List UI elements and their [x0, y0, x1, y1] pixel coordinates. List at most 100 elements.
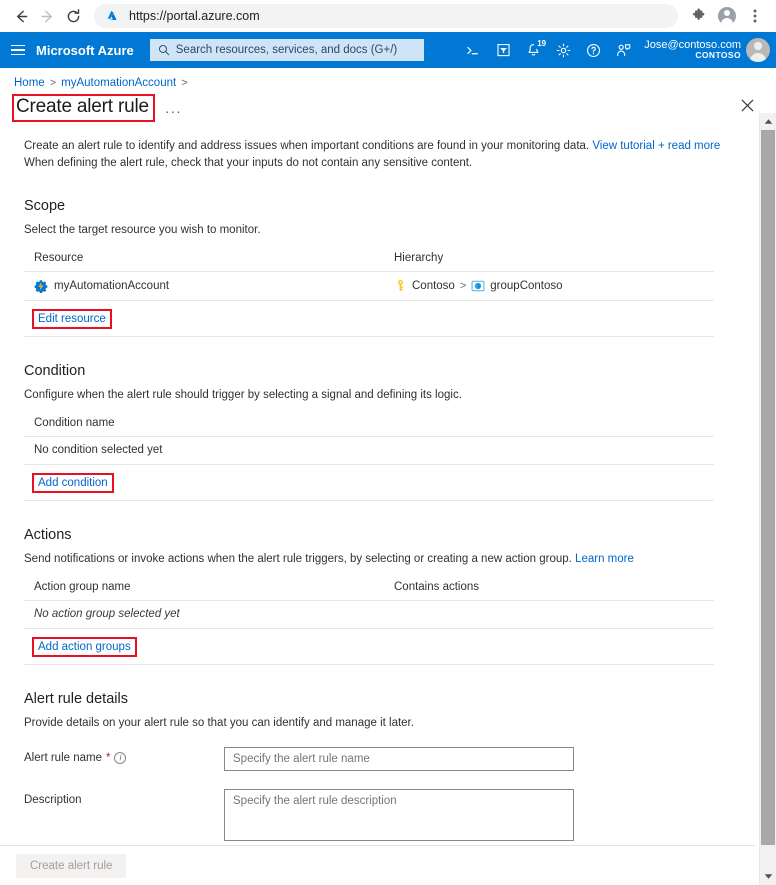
actions-actions: Add action groups: [24, 629, 714, 657]
arrow-left-icon: [16, 10, 27, 22]
add-condition-link[interactable]: Add condition: [32, 472, 114, 493]
edit-resource-link[interactable]: Edit resource: [32, 308, 112, 329]
azure-global-header: Microsoft Azure Search resources, servic…: [0, 32, 776, 68]
condition-actions: Add condition: [24, 465, 714, 493]
puzzle-piece-icon: [693, 8, 705, 20]
scroll-down-button[interactable]: [760, 868, 776, 885]
directory-key-icon: [394, 279, 407, 292]
azure-brand-logo[interactable]: Microsoft Azure: [36, 43, 134, 58]
arrow-right-icon: [41, 10, 52, 22]
actions-table-header: Action group name Contains actions: [24, 577, 714, 601]
condition-table-header: Condition name: [24, 413, 714, 437]
scroll-up-arrow-icon: [764, 119, 772, 124]
account-menu-button[interactable]: Jose@contoso.com CONTOSO: [644, 38, 770, 62]
scope-hierarchy-tenant: Contoso: [412, 279, 455, 292]
column-header-action-group-name: Action group name: [34, 580, 131, 593]
scope-hierarchy-cell: Contoso > groupContoso: [394, 279, 563, 293]
add-action-groups-link[interactable]: Add action groups: [32, 636, 137, 657]
help-question-icon: [586, 43, 600, 57]
browser-toolbar: https://portal.azure.com: [0, 0, 776, 32]
feedback-button[interactable]: [608, 33, 638, 67]
browser-forward-button[interactable]: [34, 3, 60, 29]
address-bar[interactable]: https://portal.azure.com: [94, 4, 678, 28]
user-avatar-icon: [746, 38, 770, 62]
global-search-input[interactable]: Search resources, services, and docs (G+…: [149, 39, 424, 61]
directories-subscriptions-icon: [497, 43, 510, 56]
close-blade-button[interactable]: [738, 96, 756, 114]
breadcrumb-item-home[interactable]: Home: [14, 77, 45, 89]
column-header-hierarchy: Hierarchy: [394, 251, 444, 264]
url-text: https://portal.azure.com: [129, 9, 260, 23]
reload-icon: [67, 8, 79, 22]
browser-back-button[interactable]: [8, 3, 34, 29]
scope-actions: Edit resource: [24, 301, 714, 329]
settings-gear-icon: [556, 43, 571, 57]
table-row: No action group selected yet: [24, 601, 714, 629]
account-info: Jose@contoso.com CONTOSO: [644, 39, 741, 61]
page-scrollbar[interactable]: [759, 113, 776, 885]
column-header-contains-actions: Contains actions: [394, 580, 480, 593]
scope-hierarchy-group: groupContoso: [490, 279, 563, 292]
description-label-group: Description: [24, 789, 224, 806]
breadcrumb-item-account[interactable]: myAutomationAccount: [61, 77, 176, 89]
actions-table: Action group name Contains actions No ac…: [24, 577, 714, 665]
extensions-button[interactable]: [686, 3, 712, 29]
notifications-badge: 19: [534, 37, 550, 50]
condition-table-bottom-rule: [24, 499, 714, 501]
view-tutorial-link[interactable]: View tutorial + read more: [592, 140, 720, 152]
browser-menu-button[interactable]: [742, 3, 768, 29]
cloud-shell-button[interactable]: [458, 33, 488, 67]
scroll-up-button[interactable]: [760, 113, 776, 130]
notifications-button[interactable]: 19: [518, 33, 550, 67]
scroll-down-arrow-icon: [764, 874, 772, 879]
blade-content: Create an alert rule to identify and add…: [0, 138, 776, 876]
section-title-condition: Condition: [24, 362, 86, 379]
info-icon[interactable]: i: [114, 751, 127, 764]
section-subtitle-actions: Send notifications or invoke actions whe…: [24, 553, 776, 565]
blade-description: Create an alert rule to identify and add…: [24, 138, 724, 172]
blade-create-alert-rule: Home > myAutomationAccount > Create aler…: [0, 68, 776, 885]
azure-header-actions: 19: [458, 33, 638, 67]
scope-resource-cell: myAutomationAccount: [34, 279, 394, 293]
global-search-placeholder: Search resources, services, and docs (G+…: [175, 44, 398, 56]
learn-more-link[interactable]: Learn more: [575, 553, 634, 565]
automation-account-icon: [34, 279, 48, 293]
alert-rule-name-row: Alert rule name * i: [24, 746, 776, 771]
actions-empty-cell: No action group selected yet: [34, 608, 180, 621]
section-subtitle-details: Provide details on your alert rule so th…: [24, 716, 414, 729]
blade-description-line2: When defining the alert rule, check that…: [24, 156, 473, 169]
section-subtitle-condition: Configure when the alert rule should tri…: [24, 388, 462, 401]
directories-subscriptions-button[interactable]: [488, 33, 518, 67]
description-label: Description: [24, 793, 82, 806]
cloud-shell-icon: [467, 46, 478, 54]
settings-button[interactable]: [548, 33, 578, 67]
breadcrumb-separator-icon: >: [181, 77, 188, 89]
azure-favicon: [104, 8, 120, 24]
column-header-resource: Resource: [34, 251, 84, 264]
browser-profile-button[interactable]: [714, 3, 740, 29]
column-header-condition-name: Condition name: [34, 416, 115, 429]
scope-table-bottom-rule: [24, 335, 714, 337]
search-icon: [158, 44, 170, 56]
account-directory: CONTOSO: [695, 50, 741, 61]
feedback-icon: [616, 43, 631, 56]
more-commands-button[interactable]: ···: [165, 103, 182, 119]
alert-rule-name-label-group: Alert rule name * i: [24, 747, 224, 764]
alert-rule-name-label: Alert rule name: [24, 751, 102, 764]
section-title-actions: Actions: [24, 526, 72, 543]
actions-table-bottom-rule: [24, 663, 714, 665]
description-textarea[interactable]: [224, 788, 574, 841]
scrollbar-thumb[interactable]: [761, 130, 775, 845]
section-subtitle-actions-text: Send notifications or invoke actions whe…: [24, 552, 572, 565]
scope-table-header: Resource Hierarchy: [24, 248, 714, 272]
condition-empty-cell: No condition selected yet: [34, 444, 163, 457]
alert-rule-name-input[interactable]: [224, 746, 574, 771]
breadcrumb-separator-icon: >: [49, 77, 57, 89]
portal-menu-button[interactable]: [0, 32, 36, 68]
help-button[interactable]: [578, 33, 608, 67]
browser-reload-button[interactable]: [60, 3, 86, 29]
create-alert-rule-button[interactable]: Create alert rule: [16, 853, 127, 878]
scope-resource-name: myAutomationAccount: [54, 279, 170, 292]
profile-avatar-icon: [718, 7, 736, 25]
hierarchy-separator-icon: >: [459, 279, 467, 292]
